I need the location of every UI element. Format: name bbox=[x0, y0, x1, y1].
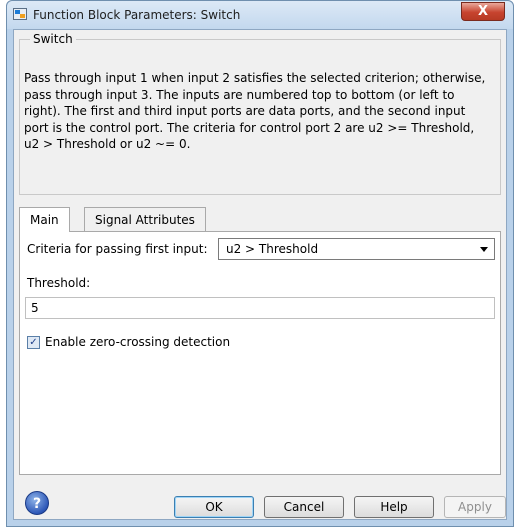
simulink-app-icon bbox=[13, 8, 27, 20]
threshold-label: Threshold: bbox=[27, 276, 91, 290]
criteria-selected-value: u2 > Threshold bbox=[226, 242, 319, 256]
criteria-label: Criteria for passing first input: bbox=[27, 242, 208, 256]
cancel-button[interactable]: Cancel bbox=[264, 496, 344, 518]
dialog-window: Function Block Parameters: Switch X Swit… bbox=[6, 0, 514, 527]
help-icon[interactable]: ? bbox=[25, 491, 49, 515]
close-button[interactable]: X bbox=[461, 2, 505, 21]
chevron-down-icon bbox=[480, 247, 488, 252]
tab-signal-attributes[interactable]: Signal Attributes bbox=[84, 207, 206, 231]
apply-button[interactable]: Apply bbox=[444, 496, 506, 518]
main-tab-panel: Criteria for passing first input: u2 > T… bbox=[19, 231, 501, 475]
zero-crossing-checkbox[interactable]: ✓ bbox=[27, 336, 40, 349]
ok-button[interactable]: OK bbox=[174, 496, 254, 518]
threshold-input[interactable] bbox=[25, 297, 495, 319]
zero-crossing-label[interactable]: Enable zero-crossing detection bbox=[45, 335, 230, 349]
block-description: Pass through input 1 when input 2 satisf… bbox=[24, 71, 486, 151]
window-title: Function Block Parameters: Switch bbox=[33, 8, 241, 22]
tab-main[interactable]: Main bbox=[19, 207, 70, 232]
help-button[interactable]: Help bbox=[354, 496, 434, 518]
criteria-dropdown[interactable]: u2 > Threshold bbox=[218, 238, 495, 260]
group-title: Switch bbox=[30, 32, 76, 46]
dialog-body: Switch Pass through input 1 when input 2… bbox=[13, 29, 507, 520]
title-bar[interactable]: Function Block Parameters: Switch X bbox=[7, 1, 513, 29]
